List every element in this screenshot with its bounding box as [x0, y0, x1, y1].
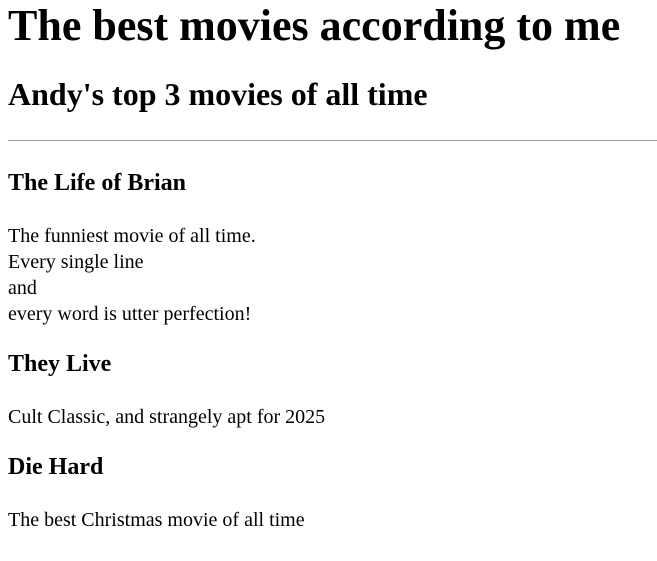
description-line: Every single line [8, 251, 144, 273]
page-title: The best movies according to me [8, 1, 621, 50]
movie-title: Die Hard [8, 454, 104, 480]
description-line: The best Christmas movie of all time [8, 509, 305, 531]
description-line: and [8, 277, 37, 299]
description-line: The funniest movie of all time. [8, 225, 256, 247]
page: The best movies according to me Andy's t… [0, 0, 657, 561]
page-subtitle: Andy's top 3 movies of all time [8, 76, 428, 112]
movie-description: The funniest movie of all time. Every si… [8, 223, 649, 327]
movie-entry-life-of-brian: The Life of Brian The funniest movie of … [8, 169, 649, 327]
divider [8, 140, 657, 141]
movie-entry-they-live: They Live Cult Classic, and strangely ap… [8, 350, 649, 430]
movie-description: Cult Classic, and strangely apt for 2025 [8, 404, 649, 430]
description-line: every word is utter perfection! [8, 303, 252, 325]
movie-title: The Life of Brian [8, 170, 186, 196]
description-line: Cult Classic, and strangely apt for 2025 [8, 406, 326, 428]
movie-title: They Live [8, 351, 112, 377]
movie-entry-die-hard: Die Hard The best Christmas movie of all… [8, 453, 649, 533]
movie-description: The best Christmas movie of all time [8, 507, 649, 533]
